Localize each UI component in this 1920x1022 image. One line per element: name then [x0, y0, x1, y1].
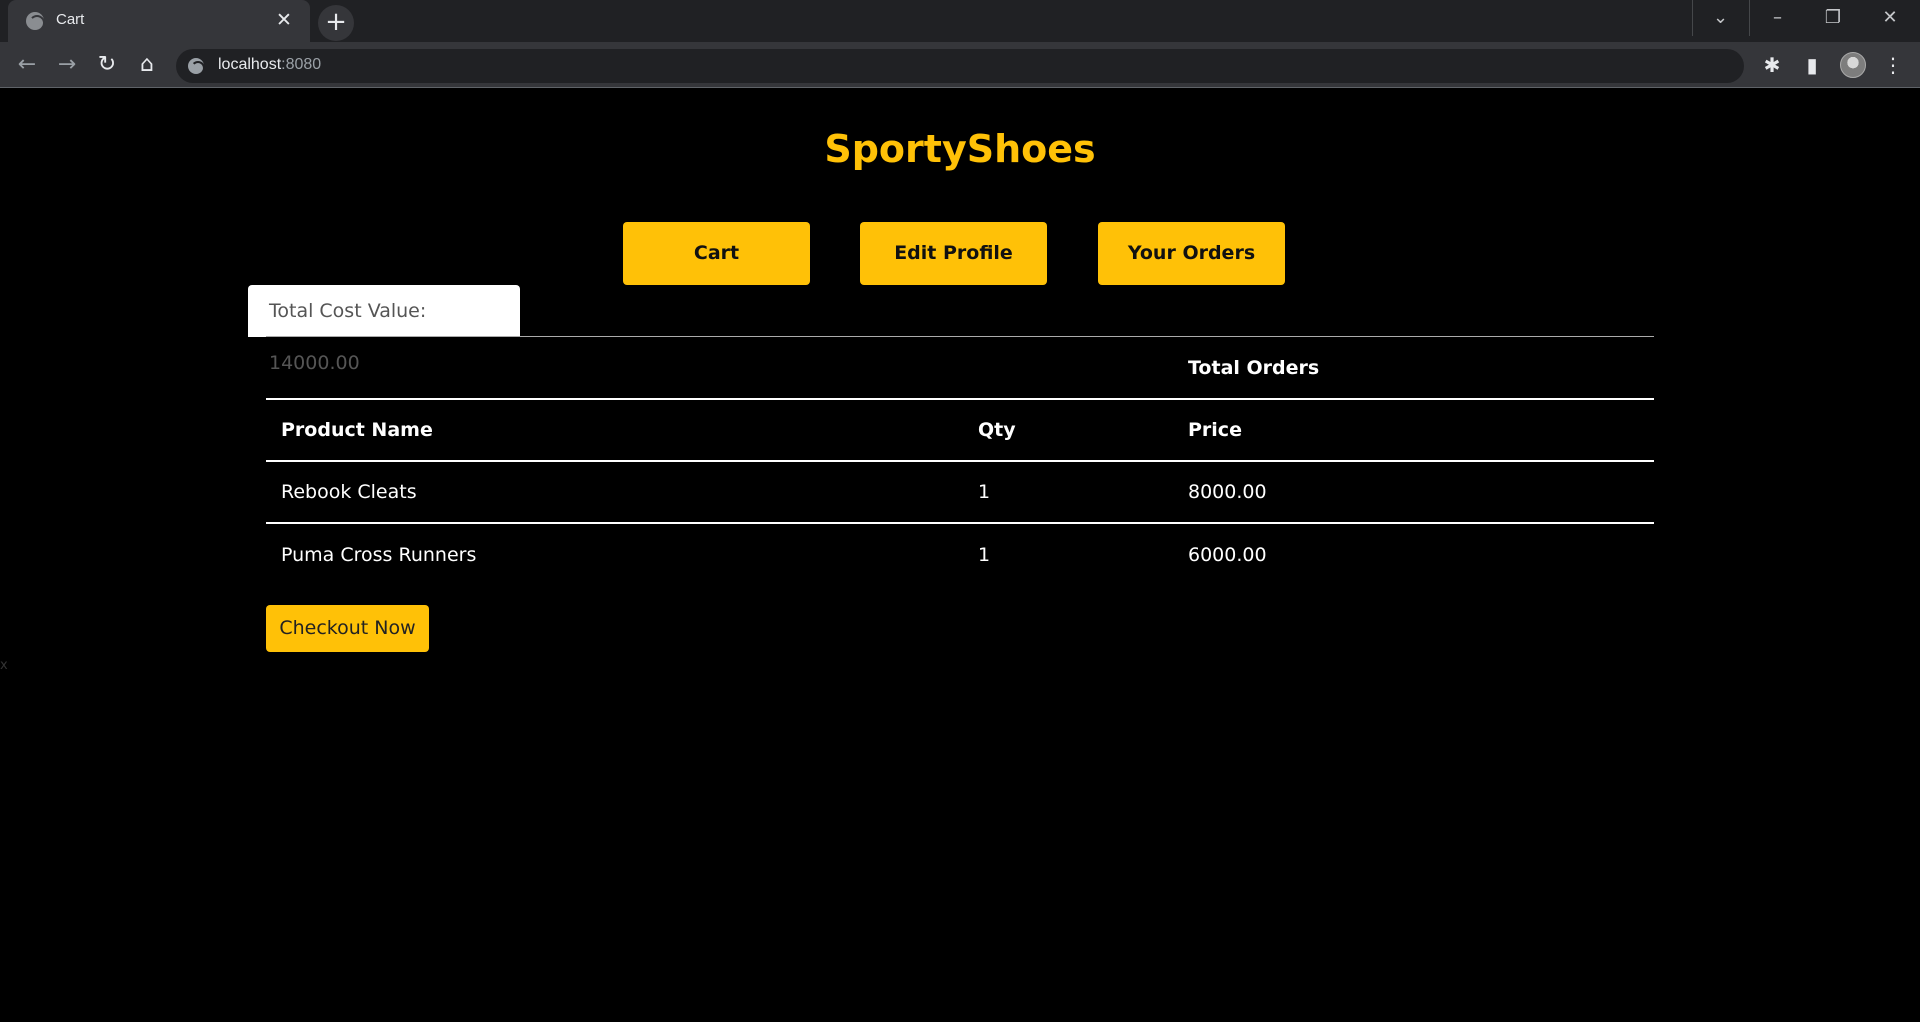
table-row: Puma Cross Runners 1 6000.00: [266, 523, 1654, 585]
reload-icon[interactable]: ↻: [92, 50, 122, 80]
orders-table: Total Orders Product Name Qty Price Rebo…: [266, 337, 1654, 585]
browser-tab-cart[interactable]: Cart ✕: [8, 0, 310, 42]
page-content: SportyShoes Cart Edit Profile Your Order…: [0, 89, 1920, 1018]
price-cell: 6000.00: [1188, 543, 1267, 566]
qty-cell: 1: [963, 461, 1173, 524]
url-port: :8080: [281, 56, 322, 73]
back-arrow-icon[interactable]: ←: [12, 50, 42, 80]
kebab-menu-icon[interactable]: ⋮: [1879, 51, 1907, 79]
puzzle-icon[interactable]: ✱: [1758, 51, 1786, 79]
new-tab-button[interactable]: +: [318, 5, 354, 41]
table-row: Rebook Cleats 1 8000.00: [266, 461, 1654, 524]
side-panel-icon[interactable]: ▮: [1798, 51, 1826, 79]
price-cell: 8000.00: [1173, 461, 1654, 524]
table-caption: Total Orders: [1173, 337, 1654, 400]
close-icon[interactable]: ✕: [272, 8, 296, 32]
total-cost-label: Total Cost Value: 14000.00: [248, 285, 520, 374]
globe-icon[interactable]: [188, 58, 205, 75]
column-header-product-name: Product Name: [266, 399, 963, 462]
forward-arrow-icon[interactable]: →: [52, 50, 82, 80]
address-bar[interactable]: localhost:8080: [176, 49, 1744, 83]
product-name-cell: Rebook Cleats: [266, 461, 963, 524]
profile-avatar[interactable]: [1840, 52, 1866, 78]
tab-title: Cart: [56, 11, 85, 28]
stray-text: x: [0, 658, 8, 673]
url-text[interactable]: localhost:8080: [218, 56, 321, 74]
product-name-cell: Puma Cross Runners: [281, 543, 477, 566]
brand-title: SportyShoes: [824, 127, 1096, 171]
edit-profile-button[interactable]: Edit Profile: [860, 222, 1047, 285]
url-host: localhost: [218, 56, 282, 73]
tab-search-icon[interactable]: ⌄: [1692, 0, 1748, 36]
globe-icon: [26, 12, 45, 31]
minimize-icon[interactable]: –: [1749, 0, 1805, 36]
column-header-qty: Qty: [963, 399, 1173, 462]
table-header-row: Product Name Qty Price: [266, 399, 1654, 462]
checkout-now-button[interactable]: Checkout Now: [266, 605, 429, 652]
cart-button[interactable]: Cart: [623, 222, 810, 285]
qty-cell: 1: [978, 543, 991, 566]
table-caption-row: Total Orders: [266, 337, 1654, 400]
browser-toolbar: ← → ↻ ⌂ localhost:8080 ✱ ▮ ⋮: [0, 42, 1920, 88]
browser-tabstrip: Cart ✕ + ⌄ – ❐ ✕: [0, 0, 1920, 42]
window-close-icon[interactable]: ✕: [1862, 0, 1918, 36]
your-orders-button[interactable]: Your Orders: [1098, 222, 1285, 285]
column-header-price: Price: [1173, 399, 1654, 462]
restore-icon[interactable]: ❐: [1805, 0, 1861, 36]
home-icon[interactable]: ⌂: [132, 50, 162, 80]
